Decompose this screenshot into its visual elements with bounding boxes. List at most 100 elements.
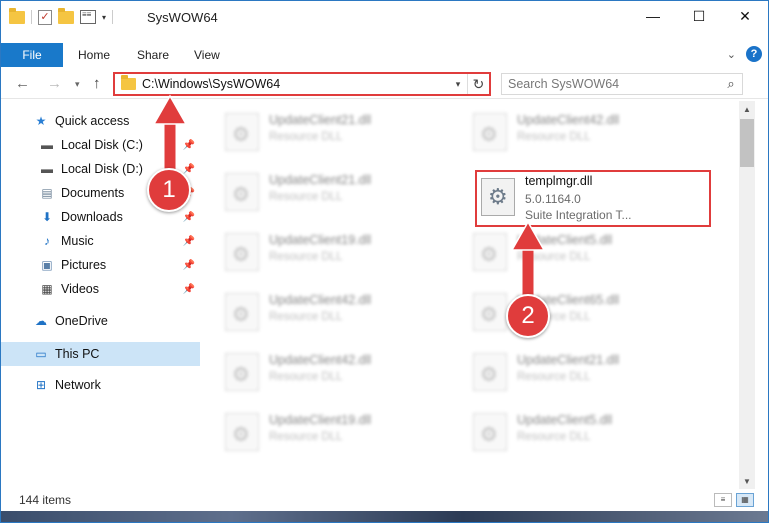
file-type: Resource DLL — [269, 311, 343, 323]
dll-file-icon — [225, 413, 259, 451]
file-name: UpdateClient19.dll — [269, 413, 372, 427]
highlighted-file-templmgr[interactable]: ⚙ templmgr.dll 5.0.1164.0 Suite Integrat… — [475, 170, 711, 227]
pin-icon[interactable]: 📌 — [183, 260, 195, 271]
item-count: 144 items — [19, 493, 72, 507]
dll-file-icon: ⚙ — [481, 178, 515, 216]
file-item[interactable]: UpdateClient42.dll Resource DLL — [205, 347, 445, 397]
file-type: Resource DLL — [517, 431, 591, 443]
sidebar-item-local-disk-c[interactable]: ▬ Local Disk (C:) 📌 — [39, 134, 199, 156]
cloud-icon: ☁ — [35, 314, 47, 328]
navigation-bar: ← → ▾ ↑ C:\Windows\SysWOW64 ▾ ↻ Search S… — [1, 69, 768, 99]
close-button[interactable]: ✕ — [722, 1, 768, 31]
dll-file-icon — [225, 353, 259, 391]
desktop-background-strip — [1, 511, 768, 522]
file-item[interactable]: UpdateClient19.dll Resource DLL — [205, 407, 445, 457]
details-view-icon[interactable]: ≡ — [714, 493, 732, 507]
file-item[interactable]: UpdateClient65.dllResource DLL — [453, 287, 693, 337]
maximize-button[interactable]: ☐ — [676, 1, 722, 31]
customize-toolbar-dropdown-icon[interactable]: ▾ — [102, 13, 106, 22]
network-icon: ⊞ — [35, 378, 47, 392]
sidebar-item-label: Music — [61, 234, 94, 248]
file-item[interactable]: UpdateClient5.dll Resource DLL — [453, 407, 693, 457]
large-icons-view-icon[interactable]: ▦ — [736, 493, 754, 507]
file-type: Resource DLL — [269, 251, 343, 263]
address-path[interactable]: C:\Windows\SysWOW64 — [142, 77, 449, 91]
sidebar-item-pictures[interactable]: ▣ Pictures 📌 — [39, 254, 199, 276]
search-box[interactable]: Search SysWOW64 ⌕ — [501, 73, 743, 95]
pin-icon[interactable]: 📌 — [183, 140, 195, 151]
file-version: 5.0.1164.0 — [525, 192, 581, 206]
pictures-icon: ▣ — [41, 258, 53, 272]
toolbar-divider — [112, 10, 114, 24]
search-icon[interactable]: ⌕ — [720, 76, 742, 92]
dll-file-icon — [225, 173, 259, 211]
sidebar-item-label: OneDrive — [55, 314, 108, 328]
documents-icon: ▤ — [41, 186, 53, 200]
properties-check-icon[interactable]: ✓ — [38, 9, 52, 25]
address-folder-icon — [121, 75, 136, 90]
pin-icon[interactable]: 📌 — [183, 284, 195, 295]
step-2-badge: 2 — [506, 294, 550, 338]
sidebar-item-onedrive[interactable]: ☁ OneDrive — [33, 310, 108, 332]
star-icon: ★ — [35, 114, 47, 128]
address-bar[interactable]: C:\Windows\SysWOW64 ▾ ↻ — [113, 72, 491, 96]
gear-icon: ⚙ — [488, 184, 508, 209]
help-icon[interactable]: ? — [746, 46, 762, 62]
sidebar-item-label: Videos — [61, 282, 99, 296]
file-item[interactable]: UpdateClient42.dll Resource DLL — [205, 287, 445, 337]
scrollbar-thumb[interactable] — [740, 119, 754, 167]
scroll-down-icon[interactable]: ▼ — [739, 473, 755, 489]
file-name: UpdateClient21.dll — [517, 353, 620, 367]
vertical-scrollbar[interactable]: ▲ ▼ — [739, 101, 755, 489]
file-type: Resource DLL — [269, 191, 343, 203]
sidebar-item-quick-access[interactable]: ★ Quick access — [33, 110, 130, 132]
folder-icon[interactable] — [9, 7, 25, 24]
file-item[interactable]: UpdateClient5.dll Resource DLL — [453, 227, 693, 277]
music-icon: ♪ — [44, 234, 50, 248]
forward-arrow-icon[interactable]: → — [47, 75, 62, 92]
dll-file-icon — [473, 233, 507, 271]
pin-icon[interactable]: 📌 — [183, 164, 195, 175]
sidebar-item-label: Local Disk (C:) — [61, 138, 143, 152]
view-toggle: ≡ ▦ — [714, 493, 754, 507]
pin-icon[interactable]: 📌 — [183, 212, 195, 223]
file-explorer-window: ✓ ≡≡ ▾ SysWOW64 — ☐ ✕ File Home Share Vi… — [0, 0, 769, 523]
file-item[interactable]: UpdateClient21.dll Resource DLL — [453, 347, 693, 397]
address-dropdown-icon[interactable]: ▾ — [449, 79, 467, 90]
search-input[interactable]: Search SysWOW64 — [508, 77, 720, 91]
dll-file-icon — [225, 233, 259, 271]
properties-icon[interactable]: ≡≡ — [80, 10, 96, 24]
file-type: Resource DLL — [269, 131, 343, 143]
up-arrow-icon[interactable]: ↑ — [93, 75, 101, 92]
tab-view[interactable]: View — [194, 43, 220, 67]
tab-share[interactable]: Share — [137, 43, 169, 67]
file-item[interactable]: UpdateClient21.dll Resource DLL — [205, 167, 445, 217]
tab-home[interactable]: Home — [78, 43, 110, 67]
ribbon-tabs: File Home Share View ⌄ ? — [1, 43, 768, 67]
sidebar-item-music[interactable]: ♪ Music 📌 — [39, 230, 199, 252]
tab-file[interactable]: File — [1, 43, 63, 67]
back-arrow-icon[interactable]: ← — [15, 75, 30, 92]
videos-icon: ▦ — [41, 282, 53, 296]
recent-locations-dropdown-icon[interactable]: ▾ — [75, 79, 80, 90]
file-item[interactable]: UpdateClient19.dll Resource DLL — [205, 227, 445, 277]
pin-icon[interactable]: 📌 — [183, 236, 195, 247]
sidebar-item-videos[interactable]: ▦ Videos 📌 — [39, 278, 199, 300]
dll-file-icon — [225, 293, 259, 331]
file-item[interactable]: UpdateClient21.dll Resource DLL — [205, 107, 445, 157]
sidebar-item-label: Network — [55, 378, 101, 392]
minimize-button[interactable]: — — [630, 1, 676, 31]
file-type: Resource DLL — [269, 431, 343, 443]
sidebar-item-network[interactable]: ⊞ Network — [33, 374, 101, 396]
refresh-icon[interactable]: ↻ — [467, 74, 489, 94]
file-item[interactable]: UpdateClient42.dll Resource DLL — [453, 107, 693, 157]
expand-ribbon-icon[interactable]: ⌄ — [727, 48, 736, 61]
sidebar-item-this-pc[interactable]: ▭ This PC — [33, 343, 99, 365]
file-type: Resource DLL — [517, 131, 591, 143]
title-bar: ✓ ≡≡ ▾ SysWOW64 — ☐ ✕ — [1, 1, 768, 33]
new-folder-icon[interactable] — [58, 7, 74, 24]
window-title: SysWOW64 — [147, 10, 218, 25]
scroll-up-icon[interactable]: ▲ — [739, 101, 755, 117]
sidebar-item-label: This PC — [55, 347, 100, 361]
sidebar-item-label: Downloads — [61, 210, 123, 224]
